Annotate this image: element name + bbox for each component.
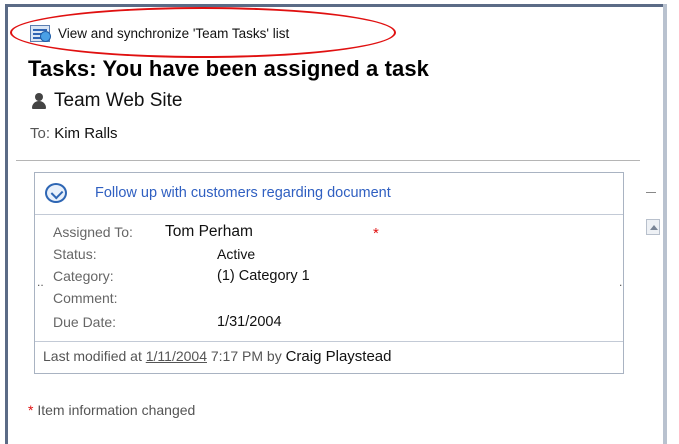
divider	[16, 160, 640, 161]
task-icon	[45, 183, 67, 203]
modified-prefix: Last modified at	[43, 348, 142, 364]
scroll-up-icon[interactable]	[646, 219, 660, 235]
modified-time: 7:17 PM by	[210, 348, 282, 364]
to-label: To:	[30, 125, 51, 142]
field-label-assigned-to: Assigned To:	[53, 224, 133, 240]
dots-mark: ..	[37, 275, 44, 289]
task-card: Follow up with customers regarding docum…	[34, 172, 624, 374]
message-subject: Tasks: You have been assigned a task	[28, 56, 429, 81]
field-label-status: Status:	[53, 246, 97, 262]
scrollbar-mark	[646, 192, 656, 193]
to-value: Kim Ralls	[54, 125, 118, 142]
person-icon	[32, 92, 46, 110]
changed-legend-text: Item information changed	[37, 402, 196, 418]
dots-mark: .	[619, 275, 623, 289]
task-fields: Assigned To: Tom Perham * Status: Active…	[35, 216, 623, 342]
changed-legend: * Item information changed	[28, 402, 195, 418]
field-label-comment: Comment:	[53, 290, 118, 306]
sync-list-link[interactable]: View and synchronize 'Team Tasks' list	[30, 22, 289, 44]
changed-legend-marker: *	[28, 402, 34, 418]
field-label-due-date: Due Date:	[53, 314, 117, 330]
field-value-status: Active	[217, 246, 256, 262]
list-icon	[30, 24, 51, 42]
field-label-category: Category:	[53, 268, 114, 284]
field-value-category: (1) Category 1	[217, 268, 310, 284]
task-title-link[interactable]: Follow up with customers regarding docum…	[95, 185, 391, 201]
modified-line: Last modified at 1/11/2004 7:17 PM by Cr…	[43, 348, 391, 365]
site-name: Team Web Site	[32, 90, 182, 112]
changed-marker: *	[373, 225, 379, 242]
modified-date: 1/11/2004	[145, 348, 207, 364]
site-label: Team Web Site	[54, 90, 183, 111]
sync-list-label[interactable]: View and synchronize 'Team Tasks' list	[58, 26, 289, 41]
task-card-header: Follow up with customers regarding docum…	[35, 173, 623, 215]
recipient-line: To: Kim Ralls	[30, 125, 118, 142]
field-value-assigned-to: Tom Perham	[165, 223, 253, 240]
modified-by: Craig Playstead	[285, 348, 392, 365]
field-value-due-date: 1/31/2004	[217, 314, 282, 330]
frame-edge	[663, 4, 667, 444]
